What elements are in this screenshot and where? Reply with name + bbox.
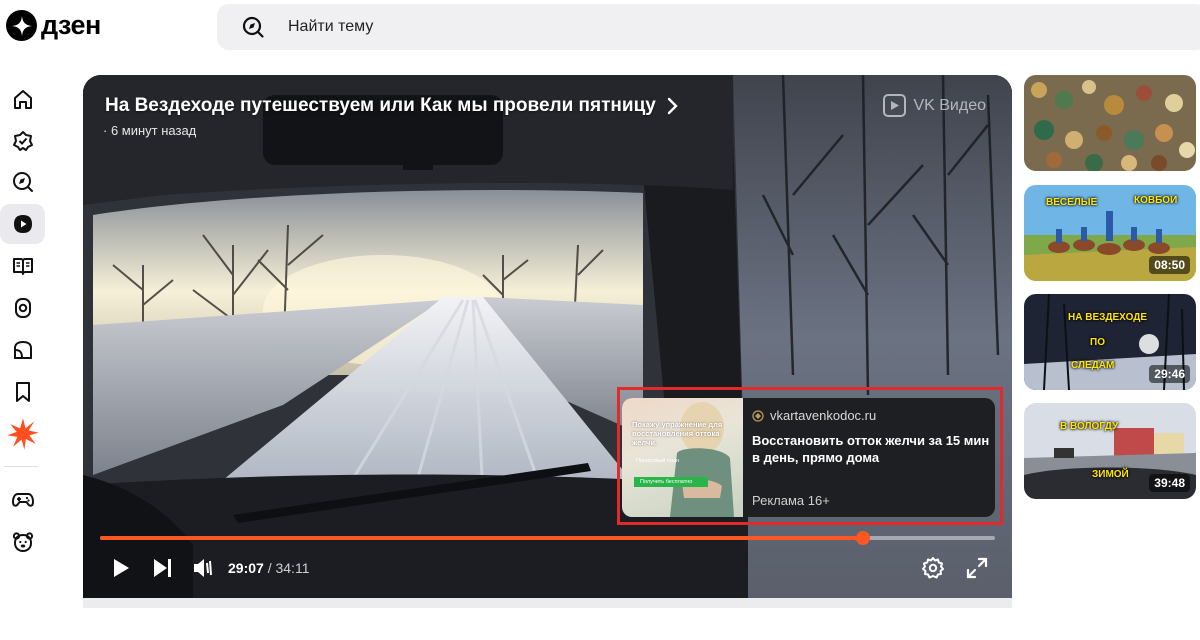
player-bottom-strip xyxy=(83,598,1012,608)
search-icon xyxy=(242,16,264,38)
sidebar-item-kids[interactable] xyxy=(0,522,45,562)
sidebar-item-burst[interactable] xyxy=(0,414,45,454)
sidebar-item-explore[interactable] xyxy=(0,162,45,202)
sidebar-item-articles[interactable] xyxy=(0,246,45,286)
video-title: На Вездеходе путешествуем или Как мы про… xyxy=(105,95,656,116)
ad-label: Реклама 16+ xyxy=(752,493,830,508)
fullscreen-icon xyxy=(966,557,988,579)
sidebar-item-subscriptions[interactable] xyxy=(0,121,45,161)
progress-bar[interactable] xyxy=(100,531,995,545)
progress-fill xyxy=(100,536,863,540)
sidebar-item-video[interactable] xyxy=(0,204,45,244)
ad-image-subtext: Пошаговый план xyxy=(636,458,680,464)
ad-headline[interactable]: Восстановить отток желчи за 15 мин в ден… xyxy=(752,433,990,467)
shorts-icon xyxy=(14,298,31,318)
recommendation-card-4[interactable]: В ВОЛОГДУ ЗИМОЙ 39:48 xyxy=(1024,403,1196,499)
settings-button[interactable] xyxy=(920,555,946,581)
bookmark-icon xyxy=(15,382,30,402)
subscriptions-icon xyxy=(12,131,33,151)
volume-button[interactable] xyxy=(190,555,216,581)
play-icon xyxy=(114,559,129,577)
home-icon xyxy=(13,90,32,109)
vk-play-icon xyxy=(883,94,907,117)
video-duration-badge: 08:50 xyxy=(1149,256,1190,274)
sidebar-item-games[interactable] xyxy=(0,480,45,520)
logo-text: дзен xyxy=(41,10,101,40)
current-time: 29:07 xyxy=(228,560,264,576)
next-button[interactable] xyxy=(149,555,175,581)
ad-image: Покажу упражнение для восстановления отт… xyxy=(622,398,743,517)
sidebar-item-channels[interactable] xyxy=(0,330,45,370)
thumbnail-overlay-text: ВЕСЕЛЫЕ xyxy=(1046,197,1098,208)
dzen-logo[interactable]: дзен xyxy=(6,10,101,41)
ad-domain-row[interactable]: vkartavenkodoc.ru xyxy=(752,408,876,423)
burst-icon xyxy=(6,418,39,450)
play-button[interactable] xyxy=(107,555,133,581)
video-duration-badge: 29:46 xyxy=(1149,365,1190,383)
sidebar-item-home[interactable] xyxy=(0,80,45,120)
time-display: 29:07 / 34:11 xyxy=(228,560,309,576)
thumbnail-image xyxy=(1024,75,1196,171)
search-input[interactable]: Найти тему xyxy=(288,18,373,36)
progress-handle[interactable] xyxy=(855,531,870,545)
video-duration-badge: 39:48 xyxy=(1149,474,1190,492)
recommendation-card-1[interactable] xyxy=(1024,75,1196,171)
channels-icon xyxy=(13,340,32,359)
thumbnail-overlay-text: СЛЕДАМ xyxy=(1071,360,1115,371)
video-player[interactable]: На Вездеходе путешествуем или Как мы про… xyxy=(83,75,1012,598)
sidebar-item-bookmarks[interactable] xyxy=(0,372,45,412)
thumbnail-overlay-text: ПО xyxy=(1090,337,1105,348)
next-icon xyxy=(154,559,171,577)
gear-icon xyxy=(922,557,944,579)
games-icon xyxy=(11,493,34,507)
volume-icon xyxy=(194,559,212,577)
thumbnail-overlay-text: В ВОЛОГДУ xyxy=(1060,421,1119,432)
dzen-star-icon xyxy=(6,10,37,41)
articles-icon xyxy=(12,258,33,275)
video-title-link[interactable]: На Вездеходе путешествуем или Как мы про… xyxy=(105,95,678,117)
vk-video-label: VK Видео xyxy=(913,96,986,114)
total-time: / 34:11 xyxy=(263,560,310,576)
ad-image-button: Получить бесплатно xyxy=(634,477,708,487)
video-icon xyxy=(13,215,32,233)
ad-domain: vkartavenkodoc.ru xyxy=(770,408,877,423)
ad-favicon-icon xyxy=(752,409,764,422)
thumbnail-overlay-text: НА ВЕЗДЕХОДЕ xyxy=(1068,312,1148,323)
sidebar-divider xyxy=(4,466,38,467)
fullscreen-button[interactable] xyxy=(964,555,990,581)
chevron-right-icon xyxy=(667,97,678,115)
explore-icon xyxy=(12,172,33,192)
vk-video-badge: VK Видео xyxy=(883,94,986,117)
thumbnail-overlay-text: ЗИМОЙ xyxy=(1092,469,1129,480)
video-published-time: · 6 минут назад xyxy=(103,123,197,138)
ad-image-text: Покажу упражнение для восстановления отт… xyxy=(632,420,723,447)
thumbnail-overlay-text: КОВБОИ xyxy=(1134,195,1178,206)
recommendation-card-3[interactable]: НА ВЕЗДЕХОДЕ ПО СЛЕДАМ 29:46 xyxy=(1024,294,1196,390)
kids-bear-icon xyxy=(12,532,33,553)
search-bar[interactable]: Найти тему xyxy=(217,4,1200,50)
recommendation-card-2[interactable]: ВЕСЕЛЫЕ КОВБОИ 08:50 xyxy=(1024,185,1196,281)
sidebar-item-shorts[interactable] xyxy=(0,288,45,328)
ad-banner[interactable]: Покажу упражнение для восстановления отт… xyxy=(622,398,995,517)
